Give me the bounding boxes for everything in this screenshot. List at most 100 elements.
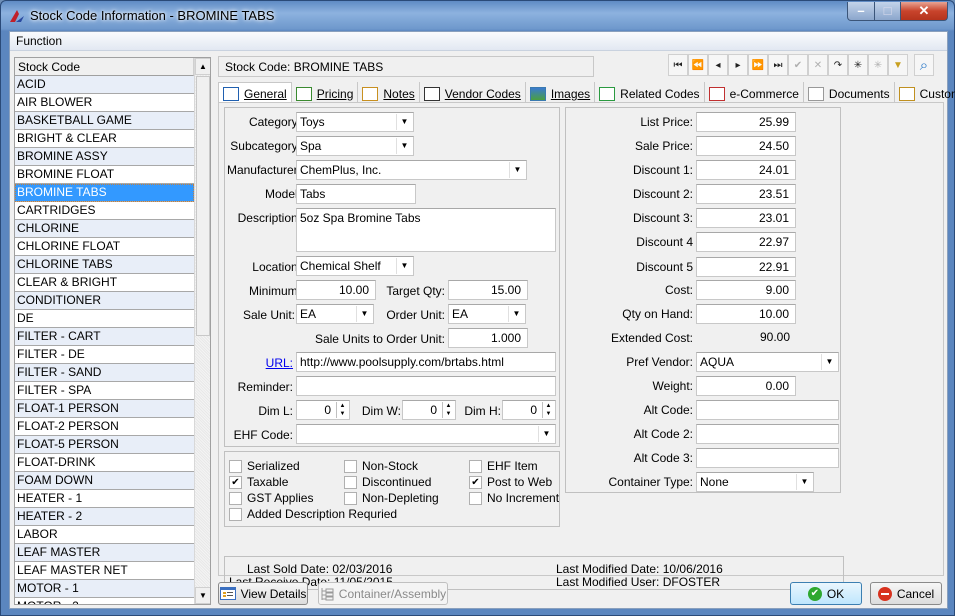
checkbox-checked-icon[interactable]: ✔ — [469, 475, 482, 489]
chevron-down-icon[interactable]: ▼ — [396, 138, 412, 154]
stock-list-item[interactable]: HEATER - 1 — [15, 490, 194, 508]
minimum-input[interactable]: 10.00 — [296, 280, 376, 300]
copy-new-button[interactable]: ✳ — [868, 54, 888, 76]
stock-list-item[interactable]: FLOAT-2 PERSON — [15, 418, 194, 436]
pref-vendor-combo[interactable]: AQUA ▼ — [696, 352, 839, 372]
tab-related-codes[interactable]: Related Codes — [595, 82, 705, 103]
qty-on-hand-input[interactable]: 10.00 — [696, 304, 796, 324]
stock-list-item[interactable]: BROMINE TABS — [15, 184, 194, 202]
stock-list-item[interactable]: LEAF MASTER — [15, 544, 194, 562]
tab-pricing[interactable]: Pricing — [292, 82, 359, 103]
alt-code-input[interactable] — [696, 400, 839, 420]
stock-list-item[interactable]: CHLORINE — [15, 220, 194, 238]
list-scrollbar[interactable]: ▲ ▼ — [194, 58, 210, 604]
chevron-down-icon[interactable]: ▼ — [356, 306, 372, 322]
checkbox-unchecked-icon[interactable] — [229, 491, 242, 505]
search-button[interactable]: ⌕ — [914, 54, 934, 76]
dim-l-spinner[interactable]: 0 ▲ ▼ — [296, 400, 350, 420]
cost-input[interactable]: 9.00 — [696, 280, 796, 300]
stock-list-item[interactable]: FLOAT-1 PERSON — [15, 400, 194, 418]
checkbox-added-description-requried[interactable]: Added Description Requried — [229, 507, 397, 521]
cancel-edit-button[interactable]: ✕ — [808, 54, 828, 76]
checkbox-post-to-web[interactable]: ✔ Post to Web — [469, 475, 552, 489]
maximize-button[interactable]: □ — [874, 2, 901, 21]
chevron-down-icon[interactable]: ▼ — [796, 474, 812, 490]
subcategory-combo[interactable]: Spa ▼ — [296, 136, 414, 156]
tab-e-commerce[interactable]: e-Commerce — [705, 82, 804, 103]
stock-list-item[interactable]: FILTER - SPA — [15, 382, 194, 400]
reminder-input[interactable] — [296, 376, 556, 396]
view-details-button[interactable]: View Details — [218, 582, 308, 605]
ok-button[interactable]: ✔ OK — [790, 582, 862, 605]
stock-list-item[interactable]: CHLORINE TABS — [15, 256, 194, 274]
chevron-down-icon[interactable]: ▼ — [509, 162, 525, 178]
weight-input[interactable]: 0.00 — [696, 376, 796, 396]
stock-list-item[interactable]: HEATER - 2 — [15, 508, 194, 526]
checkbox-ehf-item[interactable]: EHF Item — [469, 459, 538, 473]
stock-list-item[interactable]: FILTER - DE — [15, 346, 194, 364]
minimize-button[interactable]: – — [847, 2, 875, 21]
discount4-input[interactable]: 22.97 — [696, 232, 796, 252]
stock-list-item[interactable]: BRIGHT & CLEAR — [15, 130, 194, 148]
chevron-down-icon[interactable]: ▼ — [821, 354, 837, 370]
list-header-stock-code[interactable]: Stock Code — [15, 58, 194, 76]
alt-code3-input[interactable] — [696, 448, 839, 468]
tab-vendor-codes[interactable]: Vendor Codes — [420, 82, 526, 103]
container-type-combo[interactable]: None ▼ — [696, 472, 814, 492]
checkbox-gst-applies[interactable]: GST Applies — [229, 491, 313, 505]
stock-list-item[interactable]: BASKETBALL GAME — [15, 112, 194, 130]
scroll-up-icon[interactable]: ▲ — [195, 58, 210, 75]
category-combo[interactable]: Toys ▼ — [296, 112, 414, 132]
manufacturer-combo[interactable]: ChemPlus, Inc. ▼ — [296, 160, 527, 180]
stock-list-item[interactable]: CARTRIDGES — [15, 202, 194, 220]
model-input[interactable]: Tabs — [296, 184, 416, 204]
filter-button[interactable]: ▼ — [888, 54, 908, 76]
chevron-down-icon[interactable]: ▼ — [538, 426, 554, 442]
target-qty-input[interactable]: 15.00 — [448, 280, 528, 300]
discount2-input[interactable]: 23.51 — [696, 184, 796, 204]
stock-code-list[interactable]: Stock Code ACID AIR BLOWER BASKETBALL GAME… — [14, 57, 211, 605]
checkbox-serialized[interactable]: Serialized — [229, 459, 300, 473]
stock-list-item[interactable]: FOAM DOWN — [15, 472, 194, 490]
url-input[interactable]: http://www.poolsupply.com/brtabs.html — [296, 352, 556, 372]
last-record-button[interactable]: ⏭ — [768, 54, 788, 76]
checkbox-checked-icon[interactable]: ✔ — [229, 475, 242, 489]
tab-general[interactable]: General — [218, 82, 292, 103]
chevron-down-icon[interactable]: ▼ — [396, 258, 412, 274]
checkbox-non-stock[interactable]: Non-Stock — [344, 459, 418, 473]
menu-function[interactable]: Function — [16, 34, 62, 48]
spin-arrows-icon[interactable]: ▲ ▼ — [336, 402, 348, 418]
stock-list-item[interactable]: FILTER - CART — [15, 328, 194, 346]
stock-list-item[interactable]: CHLORINE FLOAT — [15, 238, 194, 256]
next-page-button[interactable]: ⏩ — [748, 54, 768, 76]
tab-notes[interactable]: Notes — [358, 82, 420, 103]
stock-list-item[interactable]: DE — [15, 310, 194, 328]
stock-list-item[interactable]: LABOR — [15, 526, 194, 544]
sale-unit-combo[interactable]: EA ▼ — [296, 304, 374, 324]
stock-list-item[interactable]: FLOAT-5 PERSON — [15, 436, 194, 454]
tab-documents[interactable]: Documents — [804, 82, 895, 103]
prev-record-button[interactable]: ◂ — [708, 54, 728, 76]
stock-list-item[interactable]: CLEAR & BRIGHT — [15, 274, 194, 292]
checkbox-unchecked-icon[interactable] — [344, 491, 357, 505]
spin-arrows-icon[interactable]: ▲ ▼ — [442, 402, 454, 418]
checkbox-taxable[interactable]: ✔ Taxable — [229, 475, 288, 489]
stock-list-item[interactable]: BROMINE ASSY — [15, 148, 194, 166]
scroll-down-icon[interactable]: ▼ — [195, 587, 210, 604]
stock-list-item[interactable]: ACID — [15, 76, 194, 94]
tab-custom[interactable]: Custom — [895, 82, 955, 103]
new-button[interactable]: ✳ — [848, 54, 868, 76]
close-button[interactable]: ✕ — [900, 2, 948, 21]
checkbox-unchecked-icon[interactable] — [344, 459, 357, 473]
discount5-input[interactable]: 22.91 — [696, 257, 796, 277]
chevron-down-icon[interactable]: ▼ — [508, 306, 524, 322]
scroll-thumb[interactable] — [196, 76, 210, 336]
ehf-code-combo[interactable]: ▼ — [296, 424, 556, 444]
next-record-button[interactable]: ▸ — [728, 54, 748, 76]
stock-list-item[interactable]: BROMINE FLOAT — [15, 166, 194, 184]
save-button[interactable]: ✔ — [788, 54, 808, 76]
checkbox-unchecked-icon[interactable] — [229, 459, 242, 473]
checkbox-unchecked-icon[interactable] — [229, 507, 242, 521]
description-textarea[interactable]: 5oz Spa Bromine Tabs — [296, 208, 556, 252]
checkbox-discontinued[interactable]: Discontinued — [344, 475, 431, 489]
